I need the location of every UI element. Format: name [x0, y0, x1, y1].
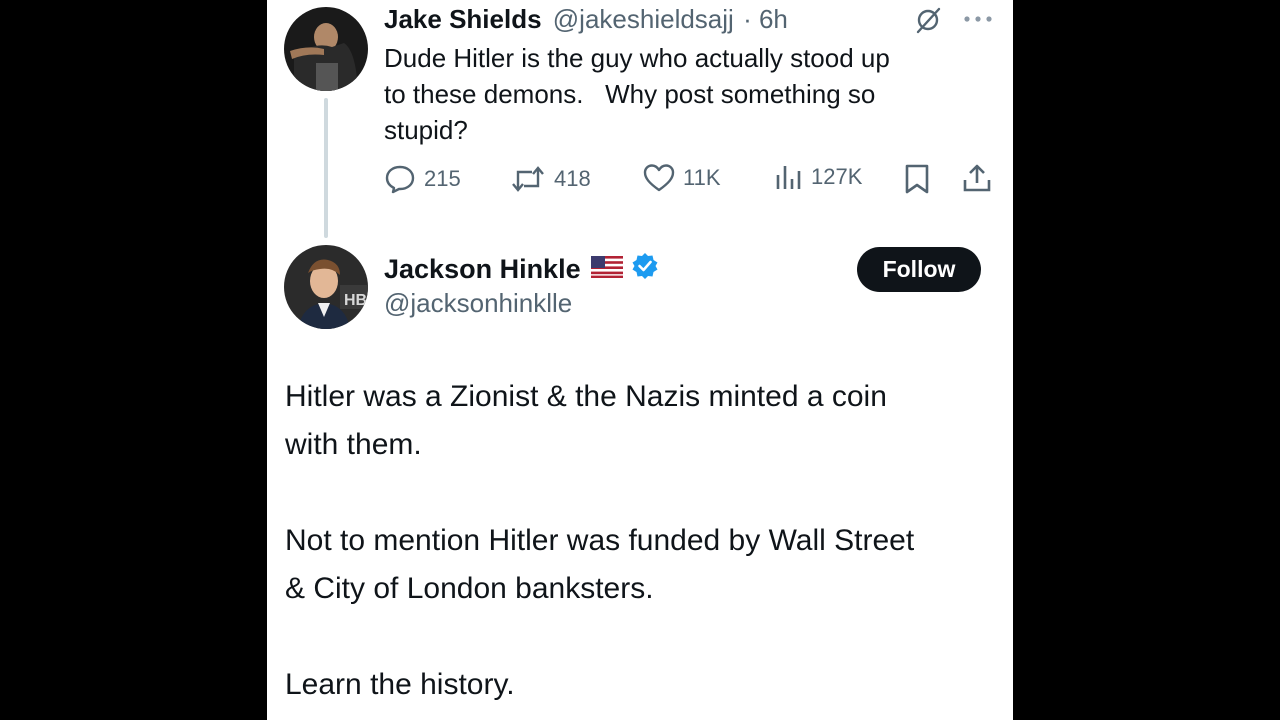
like-icon: [643, 164, 675, 192]
reply-author-name[interactable]: Jake Shields: [384, 4, 542, 34]
author-name[interactable]: Jackson Hinkle: [384, 254, 581, 285]
reply-header: Jake Shields @jakeshieldsajj · 6h: [384, 4, 788, 35]
views-count: 127K: [811, 164, 863, 189]
tweet-paragraph: Learn the history.: [285, 668, 515, 701]
tweet-panel: Jake Shields @jakeshieldsajj · 6h Dude H…: [267, 0, 1013, 720]
reply-avatar[interactable]: [284, 7, 368, 91]
reply-action[interactable]: 215: [384, 163, 461, 195]
bookmark-action[interactable]: [904, 163, 930, 195]
tweet-paragraph: Not to mention Hitler was funded by Wall…: [285, 524, 915, 605]
grok-icon[interactable]: [914, 6, 942, 39]
us-flag-icon: [590, 254, 623, 285]
author-name-row: Jackson Hinkle: [384, 252, 659, 287]
share-icon: [963, 164, 991, 192]
author-handle[interactable]: @jacksonhinklle: [384, 288, 572, 319]
reply-author-handle[interactable]: @jakeshieldsajj: [553, 4, 734, 34]
repost-count: 418: [554, 166, 591, 191]
svg-text:HB: HB: [344, 292, 367, 309]
like-action[interactable]: 11K: [643, 163, 721, 193]
reply-count: 215: [424, 166, 461, 191]
follow-button[interactable]: Follow: [857, 247, 981, 292]
tweet-paragraph: Hitler was a Zionist & the Nazis minted …: [285, 380, 887, 461]
views-icon: [776, 166, 801, 189]
more-icon[interactable]: [963, 12, 993, 30]
verified-badge-icon[interactable]: [631, 252, 659, 287]
repost-icon: [512, 166, 544, 192]
thread-line: [324, 98, 328, 238]
reply-text: Dude Hitler is the guy who actually stoo…: [384, 43, 890, 145]
author-avatar[interactable]: HB: [284, 245, 368, 329]
views-action[interactable]: 127K: [775, 163, 862, 191]
reply-icon: [385, 165, 415, 194]
like-count: 11K: [683, 165, 721, 190]
bookmark-icon: [905, 164, 929, 194]
reply-time[interactable]: · 6h: [743, 4, 788, 34]
share-action[interactable]: [962, 163, 992, 193]
repost-action[interactable]: 418: [510, 163, 591, 195]
